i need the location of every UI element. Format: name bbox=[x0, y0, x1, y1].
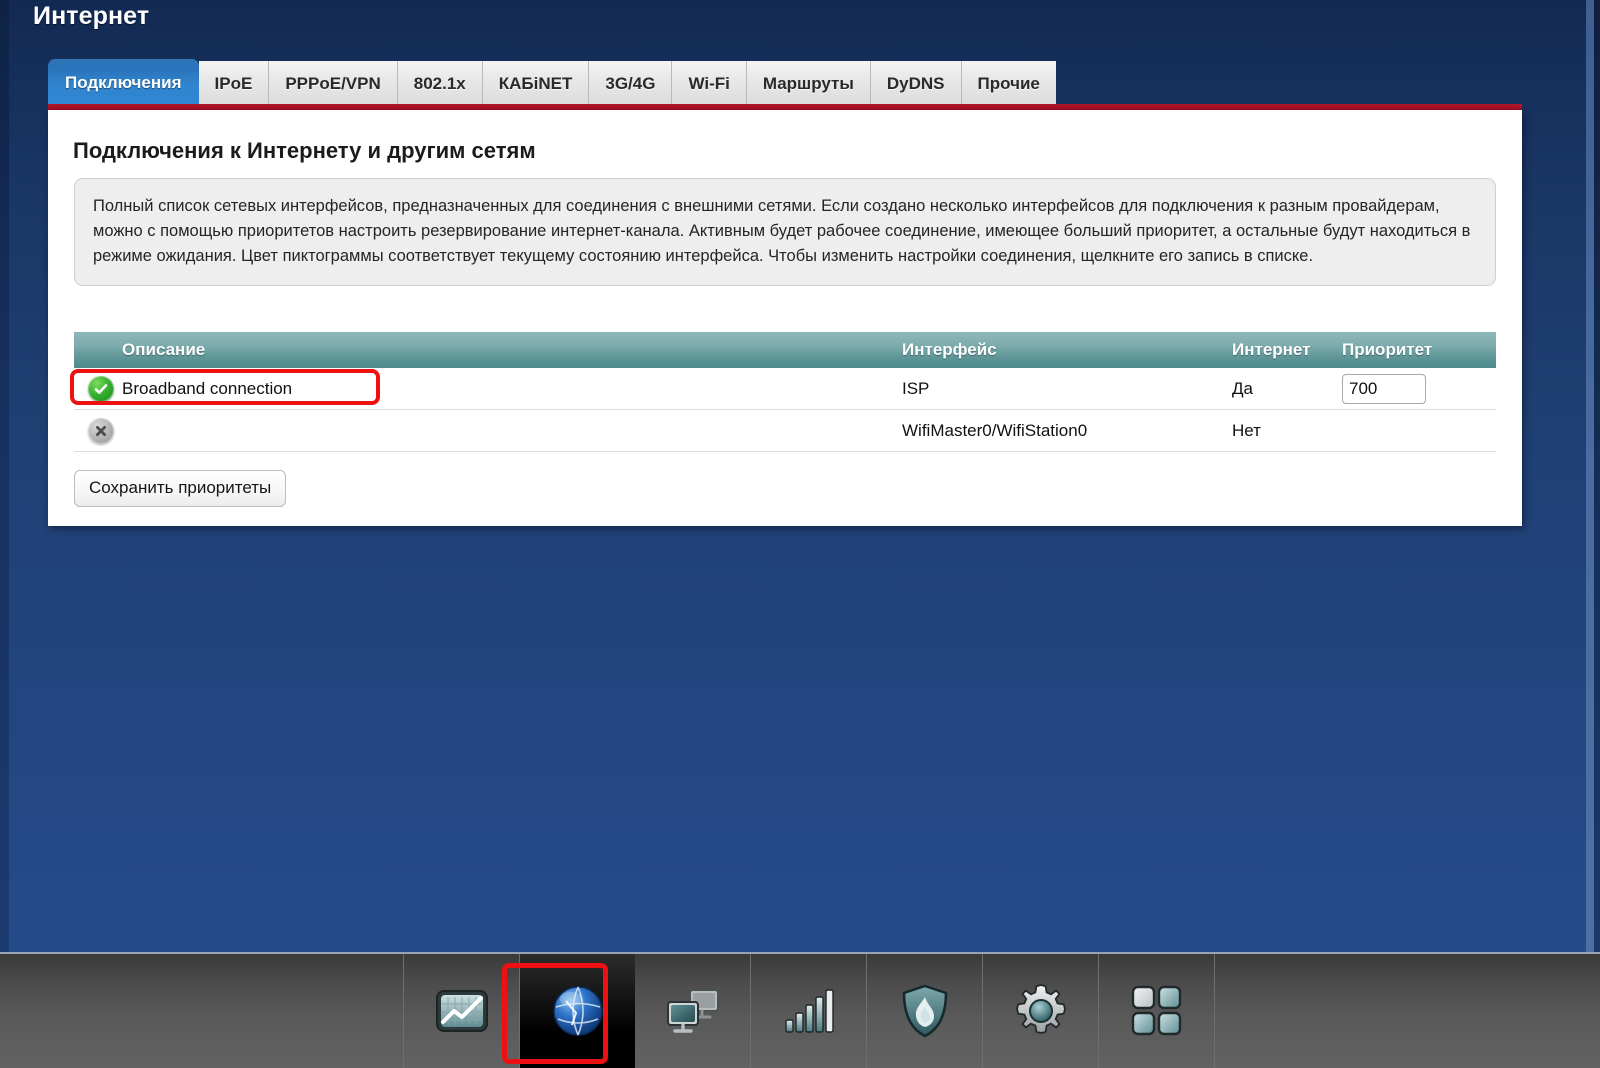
apps-grid-icon bbox=[1131, 985, 1183, 1037]
x-circle-gray-icon bbox=[88, 417, 114, 444]
tab-label: IPoE bbox=[214, 73, 253, 93]
tab-ipoe[interactable]: IPoE bbox=[198, 61, 270, 106]
row-description-label: Broadband connection bbox=[122, 378, 293, 398]
info-text: Полный список сетевых интерфейсов, предн… bbox=[93, 197, 1471, 265]
cell-interface: ISP bbox=[894, 368, 1224, 410]
tab-wifi[interactable]: Wi-Fi bbox=[672, 61, 747, 106]
tab-3g-4g[interactable]: 3G/4G bbox=[589, 61, 673, 106]
cell-priority[interactable] bbox=[1334, 368, 1496, 410]
check-circle-green-icon bbox=[88, 375, 114, 402]
connections-table: Описание Интерфейс Интернет Приоритет Br… bbox=[74, 332, 1496, 452]
gear-settings-icon bbox=[1014, 984, 1068, 1038]
tab-podklyucheniya[interactable]: Подключения bbox=[48, 59, 199, 106]
tab-label: Маршруты bbox=[762, 73, 854, 93]
header-interface: Интерфейс bbox=[894, 332, 1224, 368]
panel-heading: Подключения к Интернету и другим сетям bbox=[73, 138, 536, 163]
tab-kabinet[interactable]: КАБiNET bbox=[482, 61, 590, 106]
toolbar-item-system[interactable] bbox=[983, 954, 1099, 1068]
table-row[interactable]: WifiMaster0/WifiStation0 Нет bbox=[74, 409, 1496, 452]
tab-label: 802.1x bbox=[413, 73, 466, 93]
router-admin-page: Интернет Подключения IPoE PPPoE/VPN 802.… bbox=[0, 0, 1600, 1068]
toolbar-item-monitor[interactable] bbox=[404, 954, 520, 1068]
toolbar-left-spacer bbox=[0, 954, 404, 1068]
tab-802-1x[interactable]: 802.1x bbox=[397, 61, 483, 106]
content-panel: Подключения к Интернету и другим сетям П… bbox=[48, 110, 1522, 526]
network-monitors-icon bbox=[664, 986, 722, 1036]
tab-label: Подключения bbox=[65, 72, 182, 92]
right-edge-rail bbox=[1594, 0, 1600, 952]
cell-description[interactable]: Broadband connection bbox=[74, 368, 894, 410]
chart-monitor-icon bbox=[435, 989, 489, 1033]
signal-bars-icon bbox=[783, 987, 835, 1035]
toolbar-item-firewall[interactable] bbox=[867, 954, 983, 1068]
globe-internet-icon bbox=[550, 983, 606, 1039]
tab-label: DyDNS bbox=[886, 73, 945, 93]
toolbar-right-spacer bbox=[1215, 954, 1600, 1068]
tab-label: PPPoE/VPN bbox=[285, 73, 381, 93]
header-priority: Приоритет bbox=[1334, 332, 1496, 368]
firewall-shield-icon bbox=[901, 984, 949, 1038]
tab-label: Прочие bbox=[977, 73, 1040, 93]
cell-priority bbox=[1334, 409, 1496, 452]
tab-dydns[interactable]: DyDNS bbox=[870, 61, 962, 106]
cell-internet: Да bbox=[1224, 368, 1334, 410]
table-row[interactable]: Broadband connection ISP Да bbox=[74, 368, 1496, 410]
toolbar-item-wireless[interactable] bbox=[751, 954, 867, 1068]
tab-pppoe-vpn[interactable]: PPPoE/VPN bbox=[269, 61, 398, 106]
toolbar-item-home-network[interactable] bbox=[635, 954, 751, 1068]
table-header-row: Описание Интерфейс Интернет Приоритет bbox=[74, 332, 1496, 368]
info-box: Полный список сетевых интерфейсов, предн… bbox=[74, 178, 1496, 286]
tab-bar: Подключения IPoE PPPoE/VPN 802.1x КАБiNE… bbox=[48, 59, 1056, 106]
bottom-toolbar bbox=[0, 952, 1600, 1068]
header-internet: Интернет bbox=[1224, 332, 1334, 368]
tab-label: КАБiNET bbox=[498, 73, 573, 93]
page-title: Интернет bbox=[33, 2, 150, 30]
toolbar-item-internet[interactable] bbox=[520, 954, 635, 1068]
priority-input[interactable] bbox=[1342, 373, 1426, 404]
save-priorities-button[interactable]: Сохранить приоритеты bbox=[74, 470, 287, 507]
tab-label: Wi-Fi bbox=[688, 73, 730, 93]
right-scroll-gutter[interactable] bbox=[1586, 0, 1594, 952]
left-edge-rail bbox=[0, 0, 9, 952]
header-description: Описание bbox=[74, 332, 894, 368]
cell-interface: WifiMaster0/WifiStation0 bbox=[894, 409, 1224, 452]
tab-marshruty[interactable]: Маршруты bbox=[746, 61, 871, 106]
tab-label: 3G/4G bbox=[605, 73, 656, 93]
cell-internet: Нет bbox=[1224, 409, 1334, 452]
cell-description[interactable] bbox=[74, 409, 894, 452]
tab-prochie[interactable]: Прочие bbox=[961, 61, 1056, 106]
toolbar-item-applications[interactable] bbox=[1099, 954, 1215, 1068]
